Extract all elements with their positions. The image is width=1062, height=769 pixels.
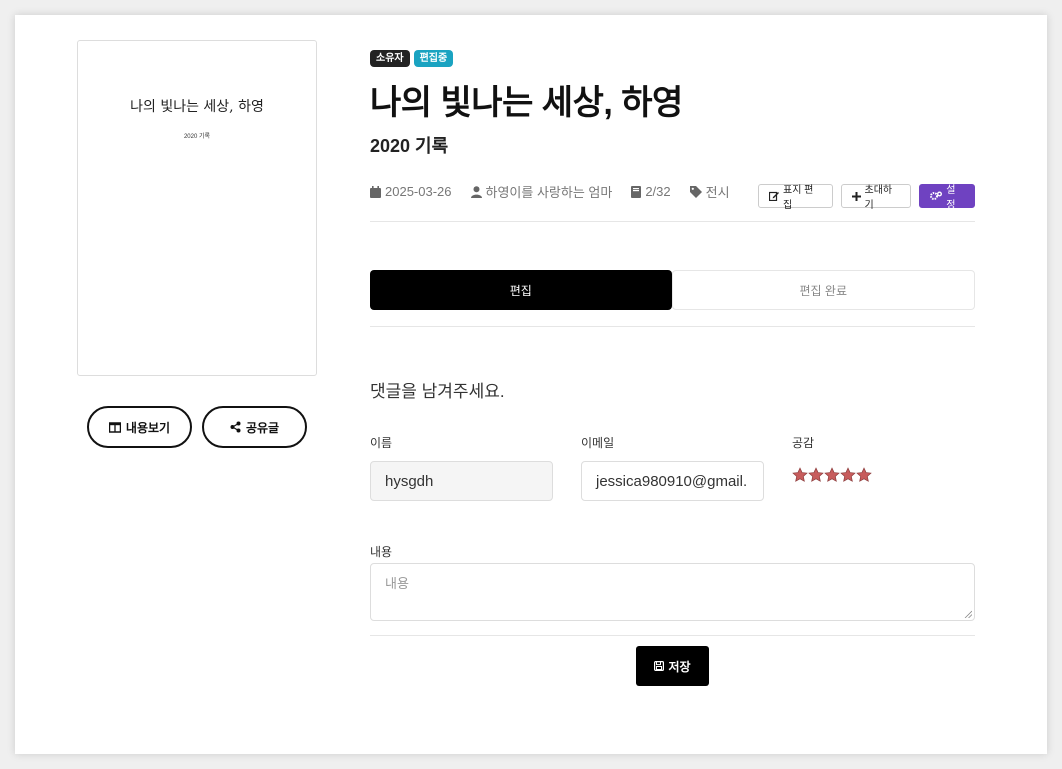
- settings-label: 설정: [946, 185, 956, 211]
- share-icon: [230, 421, 241, 433]
- name-field[interactable]: hysgdh: [370, 461, 553, 501]
- badge-group: 소유자 편집중: [370, 50, 454, 67]
- cover-title: 나의 빛나는 세상, 하영: [130, 99, 264, 115]
- invite-button[interactable]: 초대하기: [840, 184, 912, 211]
- star-icon[interactable]: [808, 467, 824, 483]
- user-icon: [470, 185, 482, 198]
- tab-edit[interactable]: 편집: [370, 270, 672, 310]
- edit-cover-label: 표지 편집: [783, 185, 814, 211]
- cover-subtitle: 2020 기록: [183, 134, 211, 140]
- email-field[interactable]: jessica980910@gmail.: [581, 461, 764, 501]
- save-label: 저장: [668, 659, 691, 674]
- star-icon[interactable]: [792, 467, 808, 483]
- tag-icon: [689, 185, 702, 198]
- email-label: 이메일: [581, 436, 615, 450]
- book-title: 나의 빛나는 세상, 하영: [370, 84, 683, 122]
- star-icon[interactable]: [824, 467, 840, 483]
- edit-cover-button[interactable]: 표지 편집: [758, 184, 833, 211]
- divider: [370, 221, 975, 222]
- invite-label: 초대하기: [864, 185, 893, 211]
- settings-button[interactable]: 설정: [919, 184, 975, 211]
- meta-date-text: 2025-03-26: [385, 184, 452, 199]
- book-actions: 표지 편집 초대하기 설정: [758, 184, 975, 211]
- edit-icon: [769, 191, 779, 201]
- divider: [370, 326, 975, 327]
- resize-handle-icon[interactable]: [964, 610, 972, 618]
- meta-pages-text: 2/32: [645, 184, 671, 199]
- tab-edit-complete[interactable]: 편집 완료: [671, 270, 975, 310]
- plus-icon: [851, 191, 861, 201]
- star-icon[interactable]: [840, 467, 856, 483]
- page-card: 나의 빛나는 세상, 하영 2020 기록 내용보기 공유글 소유자 편집중 나…: [15, 15, 1047, 754]
- book-meta: 2025-03-26 하영이를 사랑하는 엄마 2/32 전시: [370, 182, 730, 201]
- star-icon[interactable]: [856, 467, 872, 483]
- name-label: 이름: [370, 436, 393, 450]
- meta-tag: 전시: [689, 182, 730, 201]
- rating-label: 공감: [792, 436, 815, 450]
- book-subtitle: 2020 기록: [370, 136, 449, 156]
- book-icon: [631, 185, 642, 198]
- meta-date: 2025-03-26: [370, 182, 452, 201]
- floppy-disk-icon: [654, 661, 665, 671]
- share-label: 공유글: [245, 420, 280, 435]
- meta-tag-text: 전시: [705, 185, 730, 200]
- rating-stars: [792, 467, 872, 483]
- meta-author: 하영이를 사랑하는 엄마: [470, 182, 613, 201]
- editing-badge: 편집중: [413, 50, 454, 67]
- meta-author-text: 하영이를 사랑하는 엄마: [485, 185, 613, 200]
- book-cover[interactable]: 나의 빛나는 세상, 하영 2020 기록: [77, 40, 317, 376]
- comment-heading: 댓글을 남겨주세요.: [370, 382, 505, 401]
- share-button[interactable]: 공유글: [202, 406, 307, 448]
- content-label: 내용: [370, 545, 393, 559]
- content-textarea[interactable]: 내용: [370, 563, 975, 621]
- content-placeholder: 내용: [385, 576, 409, 591]
- divider: [370, 635, 975, 636]
- owner-badge: 소유자: [370, 50, 410, 67]
- view-content-label: 내용보기: [125, 420, 171, 435]
- edit-tabs: 편집 편집 완료: [370, 270, 975, 310]
- save-button[interactable]: 저장: [636, 646, 709, 686]
- gears-icon: [930, 191, 943, 201]
- book-open-icon: [108, 421, 121, 433]
- meta-pages: 2/32: [631, 182, 671, 201]
- view-content-button[interactable]: 내용보기: [87, 406, 192, 448]
- calendar-icon: [370, 185, 381, 198]
